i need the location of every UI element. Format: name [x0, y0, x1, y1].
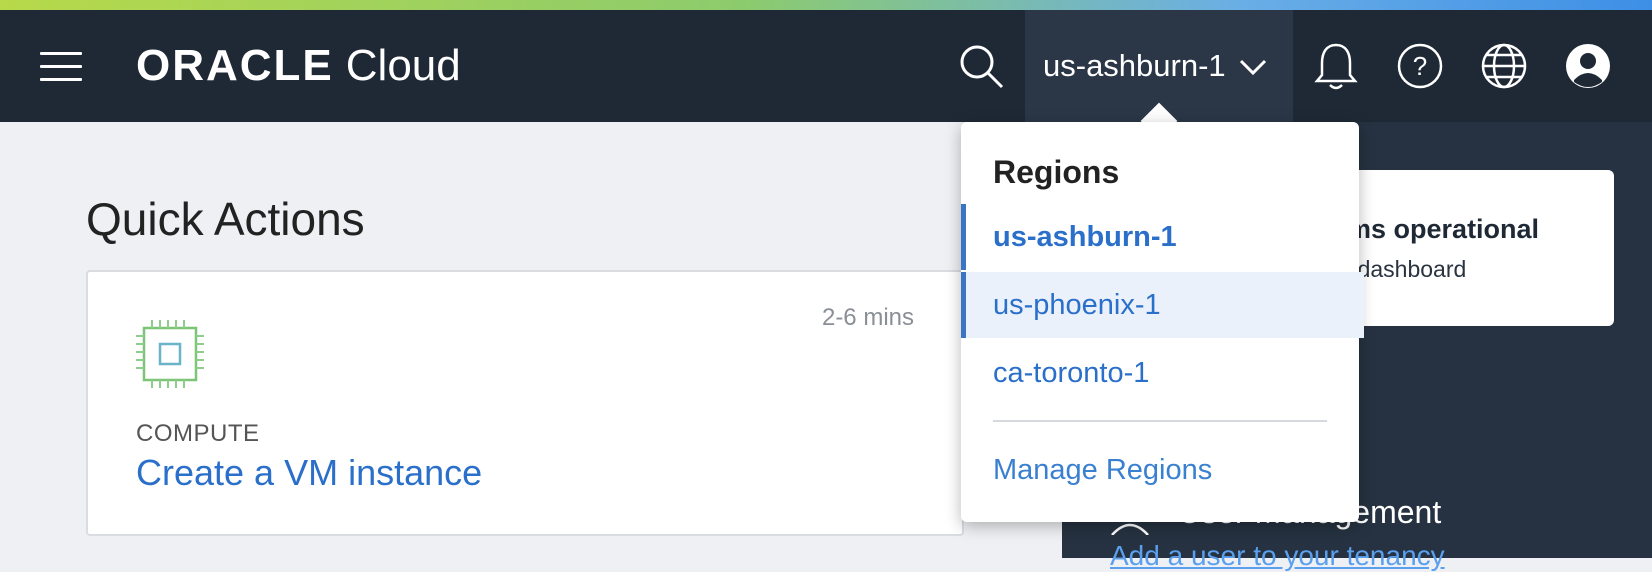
chevron-down-icon — [1238, 57, 1268, 82]
top-navigation-bar: ORACLE Cloud ? — [0, 10, 1652, 122]
oracle-cloud-logo[interactable]: ORACLE Cloud — [136, 38, 461, 94]
card-category: COMPUTE — [136, 420, 260, 447]
estimated-time: 2-6 mins — [821, 304, 914, 331]
regions-dropdown-title: Regions — [993, 154, 1120, 190]
logo-brand: ORACLE — [136, 41, 334, 90]
bell-icon[interactable] — [1310, 40, 1362, 92]
brand-gradient-stripe — [0, 0, 1652, 10]
chip-icon — [136, 320, 204, 393]
region-item-label: us-phoenix-1 — [993, 288, 1161, 321]
svg-text:?: ? — [1413, 51, 1427, 81]
regions-dropdown-menu: Regions us-ashburn-1 us-phoenix-1 ca-tor… — [961, 122, 1364, 522]
current-region-label: us-ashburn-1 — [1043, 48, 1226, 83]
create-vm-link[interactable]: Create a VM instance — [136, 452, 482, 494]
create-vm-quick-action-card[interactable]: 2-6 mins COMPUTE Create a VM instance — [86, 270, 964, 536]
hamburger-menu-icon[interactable] — [40, 52, 84, 82]
logo-product: Cloud — [345, 41, 461, 90]
add-user-link[interactable]: Add a user to your tenancy — [1110, 540, 1445, 572]
quick-actions-heading: Quick Actions — [86, 193, 365, 245]
globe-icon[interactable] — [1478, 40, 1530, 92]
help-icon[interactable]: ? — [1394, 40, 1446, 92]
region-item-us-phoenix-1[interactable]: us-phoenix-1 — [961, 272, 1364, 338]
region-item-label: us-ashburn-1 — [993, 220, 1177, 253]
user-avatar-icon[interactable] — [1562, 40, 1614, 92]
region-item-us-ashburn-1[interactable]: us-ashburn-1 — [961, 204, 1364, 270]
region-item-ca-toronto-1[interactable]: ca-toronto-1 — [961, 340, 1359, 406]
dropdown-divider — [993, 420, 1327, 422]
region-item-label: ca-toronto-1 — [993, 356, 1150, 389]
manage-regions-link[interactable]: Manage Regions — [993, 454, 1212, 487]
search-icon[interactable] — [955, 40, 1007, 92]
